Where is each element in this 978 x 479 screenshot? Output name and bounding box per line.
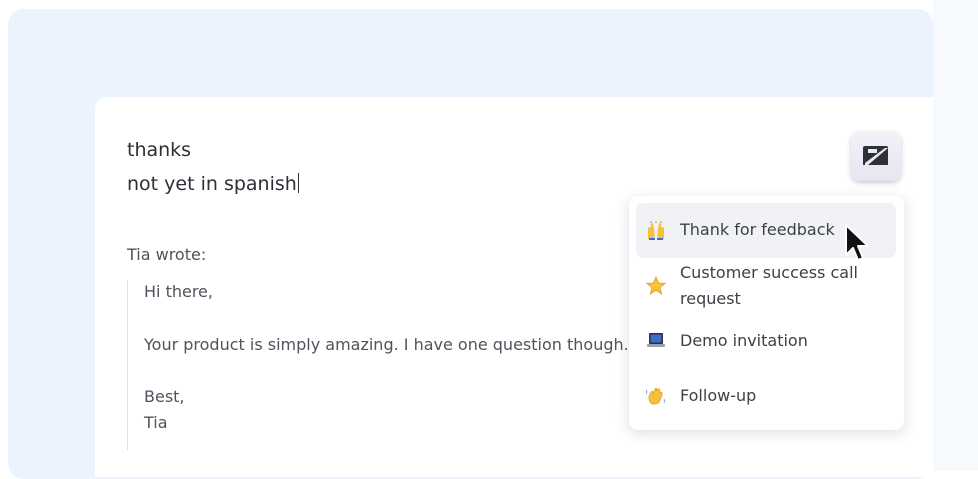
quote-signature: Tia [144,413,168,432]
laptop-icon [647,333,665,347]
mouse-pointer-icon [845,224,869,261]
quoted-message: Hi there, Your product is simply amazing… [127,280,647,450]
quick-reply-icon [863,146,888,165]
reply-line-1: thanks [127,139,192,161]
quote-closing: Best, [144,387,185,406]
right-edge-strip [933,0,978,471]
waving-hand-icon [646,387,665,405]
text-cursor [297,173,300,193]
reply-line-2-text: not yet in spanish [127,173,297,195]
quick-reply-button[interactable] [851,131,901,181]
quote-body: Your product is simply amazing. I have o… [144,335,629,354]
reply-body[interactable]: thanks not yet in spanish [127,133,300,201]
quote-greeting: Hi there, [144,282,213,301]
reply-line-2: not yet in spanish [127,167,300,201]
star-icon [646,276,666,295]
menu-item-customer-success-call[interactable]: Customer success call request [636,260,896,314]
menu-item-label-line-1: Customer success call [680,263,858,282]
menu-item-label: Thank for feedback [680,220,835,239]
quote-attribution: Tia wrote: [127,245,207,264]
menu-item-follow-up[interactable]: Follow-up [636,378,896,414]
menu-item-label: Demo invitation [680,331,808,350]
menu-item-label: Follow-up [680,386,757,405]
raising-hands-icon [648,221,664,240]
menu-item-demo-invitation[interactable]: Demo invitation [636,324,896,358]
menu-item-label-line-2: request [680,289,741,308]
